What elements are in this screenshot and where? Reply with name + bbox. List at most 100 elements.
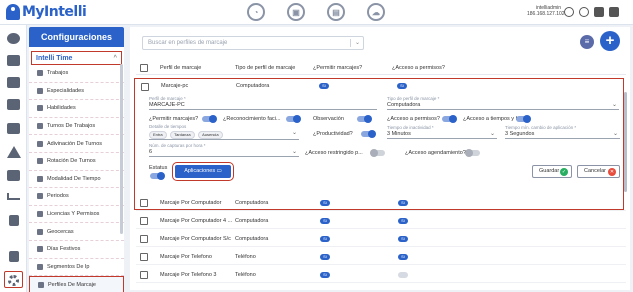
table-row[interactable]: Marcaje Por Computador 4 ... Computadora… [136,213,626,229]
tipo-field[interactable]: Tipo de perfil de marcaje * Computadora … [387,96,619,110]
calendar-icon[interactable] [7,99,20,110]
logo-mark-icon [6,4,20,20]
reconocimiento-toggle[interactable] [286,115,301,123]
select-all-checkbox[interactable] [140,64,148,72]
sidebar-item-turnos[interactable]: Turnos De Trabajos [29,118,124,136]
estatus-toggle[interactable] [150,172,165,180]
row-checkbox[interactable] [140,271,148,279]
row-checkbox[interactable] [140,253,148,261]
perfil-field[interactable]: Perfil de marcaje * MARCAJE-PC [149,96,377,110]
row-checkbox[interactable] [141,83,149,91]
logout-icon[interactable] [609,7,619,17]
item-icon [37,175,43,182]
app-logo[interactable]: MyIntelli [6,4,87,20]
table-row[interactable]: Marcaje Por Computador Computadora Sí Sí [136,195,626,211]
sidebar-item-trabajos[interactable]: Trabajos [29,65,124,83]
sidebar-item-segmentos-ip[interactable]: Segmentos De Ip [29,259,124,277]
search-input[interactable]: Buscar en perfiles de marcaje ⌄ [142,36,364,50]
sidebar-item-label: Adivinación De Turnos [47,140,103,147]
chip-ausencia[interactable]: Ausencia [198,131,223,139]
id-card-icon[interactable] [7,77,20,88]
observacion-toggle[interactable] [357,115,372,123]
row-checkbox[interactable] [140,199,148,207]
cancel-button[interactable]: Cancelar ✕ [577,165,620,178]
sidebar-item-label: Días Festivos [47,246,81,253]
col-perfil[interactable]: Perfil de marcaje [160,65,201,71]
settings-icon[interactable] [4,271,23,288]
logo-text: MyIntelli [22,4,87,20]
sidebar-item-festivos[interactable]: Días Festivos [29,241,124,259]
agendamiento-toggle[interactable] [465,149,480,157]
detalle-field[interactable]: Detalle de tiempos Entra Tardanza Ausenc… [149,124,299,140]
capturas-field[interactable]: Núm. de capturas por hora * 6 ⌄ [149,143,299,157]
chart-icon[interactable] [7,193,20,200]
cloud-upload-icon[interactable]: ☁ [367,3,385,21]
sidebar-item-especialidades[interactable]: Especialidades [29,83,124,101]
field-value: 3 Minutos [387,131,411,137]
section-intelli-time[interactable]: Intelli Time ^ [31,51,122,65]
productividad-toggle[interactable] [361,130,376,138]
col-tipo[interactable]: Tipo de perfil de marcaje [235,65,295,71]
add-profile-button[interactable]: + [600,31,620,51]
sidebar-item-habilidades[interactable]: Habilidades [29,100,124,118]
chip-tardanza[interactable]: Tardanza [170,131,195,139]
speedometer-icon[interactable]: ◔ [247,3,265,21]
sidebar-item-licencias[interactable]: Licencias Y Permisos [29,206,124,224]
field-value: 6 [149,149,153,155]
camera-icon[interactable] [594,7,604,17]
table-row[interactable]: Marcaje Por Computador S/c Computadora S… [136,231,626,247]
item-icon [37,193,43,200]
row-checkbox[interactable] [140,235,148,243]
sidebar-item-adivinacion[interactable]: Adivinación De Turnos [29,135,124,153]
aplicaciones-button[interactable]: Aplicaciones ▭ [172,162,234,181]
inactividad-field[interactable]: Tiempo de inactividad * 3 Minutos ⌄ [387,125,497,139]
alert-icon[interactable] [7,146,21,158]
clipboard-icon[interactable] [9,215,19,226]
briefcase-person-icon[interactable]: ▣ [287,3,305,21]
side-menu-scrollbar[interactable] [120,64,123,234]
permitir-badge: Sí [320,236,330,242]
sidebar-item-perfiles-marcaje[interactable]: Perfiles De Marcaje [29,276,124,292]
row-type: Computadora [235,236,269,242]
acceso-permisos-toggle[interactable] [442,115,457,123]
sidebar-item-label: Perfiles De Marcaje [48,281,96,288]
acceso-tiempos-label: ¿Acceso a tiempos y h... [463,116,524,122]
main-scrollbar[interactable] [624,92,627,192]
sidebar-item-rotacion[interactable]: Rotación De Turnos [29,153,124,171]
col-permisos[interactable]: ¿Acceso a permisos? [392,65,445,71]
briefcase-lock-icon[interactable]: ▤ [327,3,345,21]
report-icon[interactable] [7,123,20,134]
permitir-toggle[interactable] [202,115,217,123]
row-type: Computadora [235,218,269,224]
sidebar-item-geocercas[interactable]: Geocercas [29,223,124,241]
users-icon[interactable] [7,55,20,66]
options-menu-button[interactable]: ≡ [580,35,594,49]
acceso-tiempos-toggle[interactable] [516,115,531,123]
field-label: Tipo de perfil de marcaje * [387,96,440,101]
agendamiento-label: ¿Acceso agendamiento? [405,150,466,156]
chevron-down-icon[interactable]: ⌄ [355,37,360,49]
save-button[interactable]: Guardar ✓ [532,165,572,178]
cambio-field[interactable]: Tiempo mín. cambio de aplicación * 3 Seg… [505,125,620,139]
dashboard-icon[interactable] [7,33,20,44]
table-row[interactable]: Marcaje Por Telefono 3 Teléfono Sí No [136,267,626,283]
permisos-badge: Sí [397,83,407,89]
config-side-menu: Configuraciones Intelli Time ^ Trabajos … [29,27,124,292]
sidebar-item-periodos[interactable]: Periodos [29,188,124,206]
estatus-label: Estatus [149,165,168,171]
document-icon[interactable] [7,170,20,181]
permitir-badge: Sí [320,272,330,278]
sidebar-item-label: Periodos [47,193,69,200]
col-permitir[interactable]: ¿Permitir marcajes? [313,65,362,71]
detalle-chips: Entra Tardanza Ausencia [149,131,225,139]
chip-entra[interactable]: Entra [149,131,167,139]
permisos-badge: Sí [398,254,408,260]
row-checkbox[interactable] [140,217,148,225]
user-avatar-icon[interactable] [564,7,574,17]
restringido-toggle[interactable] [370,149,385,157]
table-row[interactable]: Marcaje Por Telefono Teléfono Sí Sí [136,249,626,265]
sidebar-item-modalidad[interactable]: Modalidad De Tiempo [29,171,124,189]
user-profile-icon[interactable] [579,7,589,17]
row-name: Marcaje Por Telefono 3 [160,272,217,278]
file-icon[interactable] [9,251,19,262]
